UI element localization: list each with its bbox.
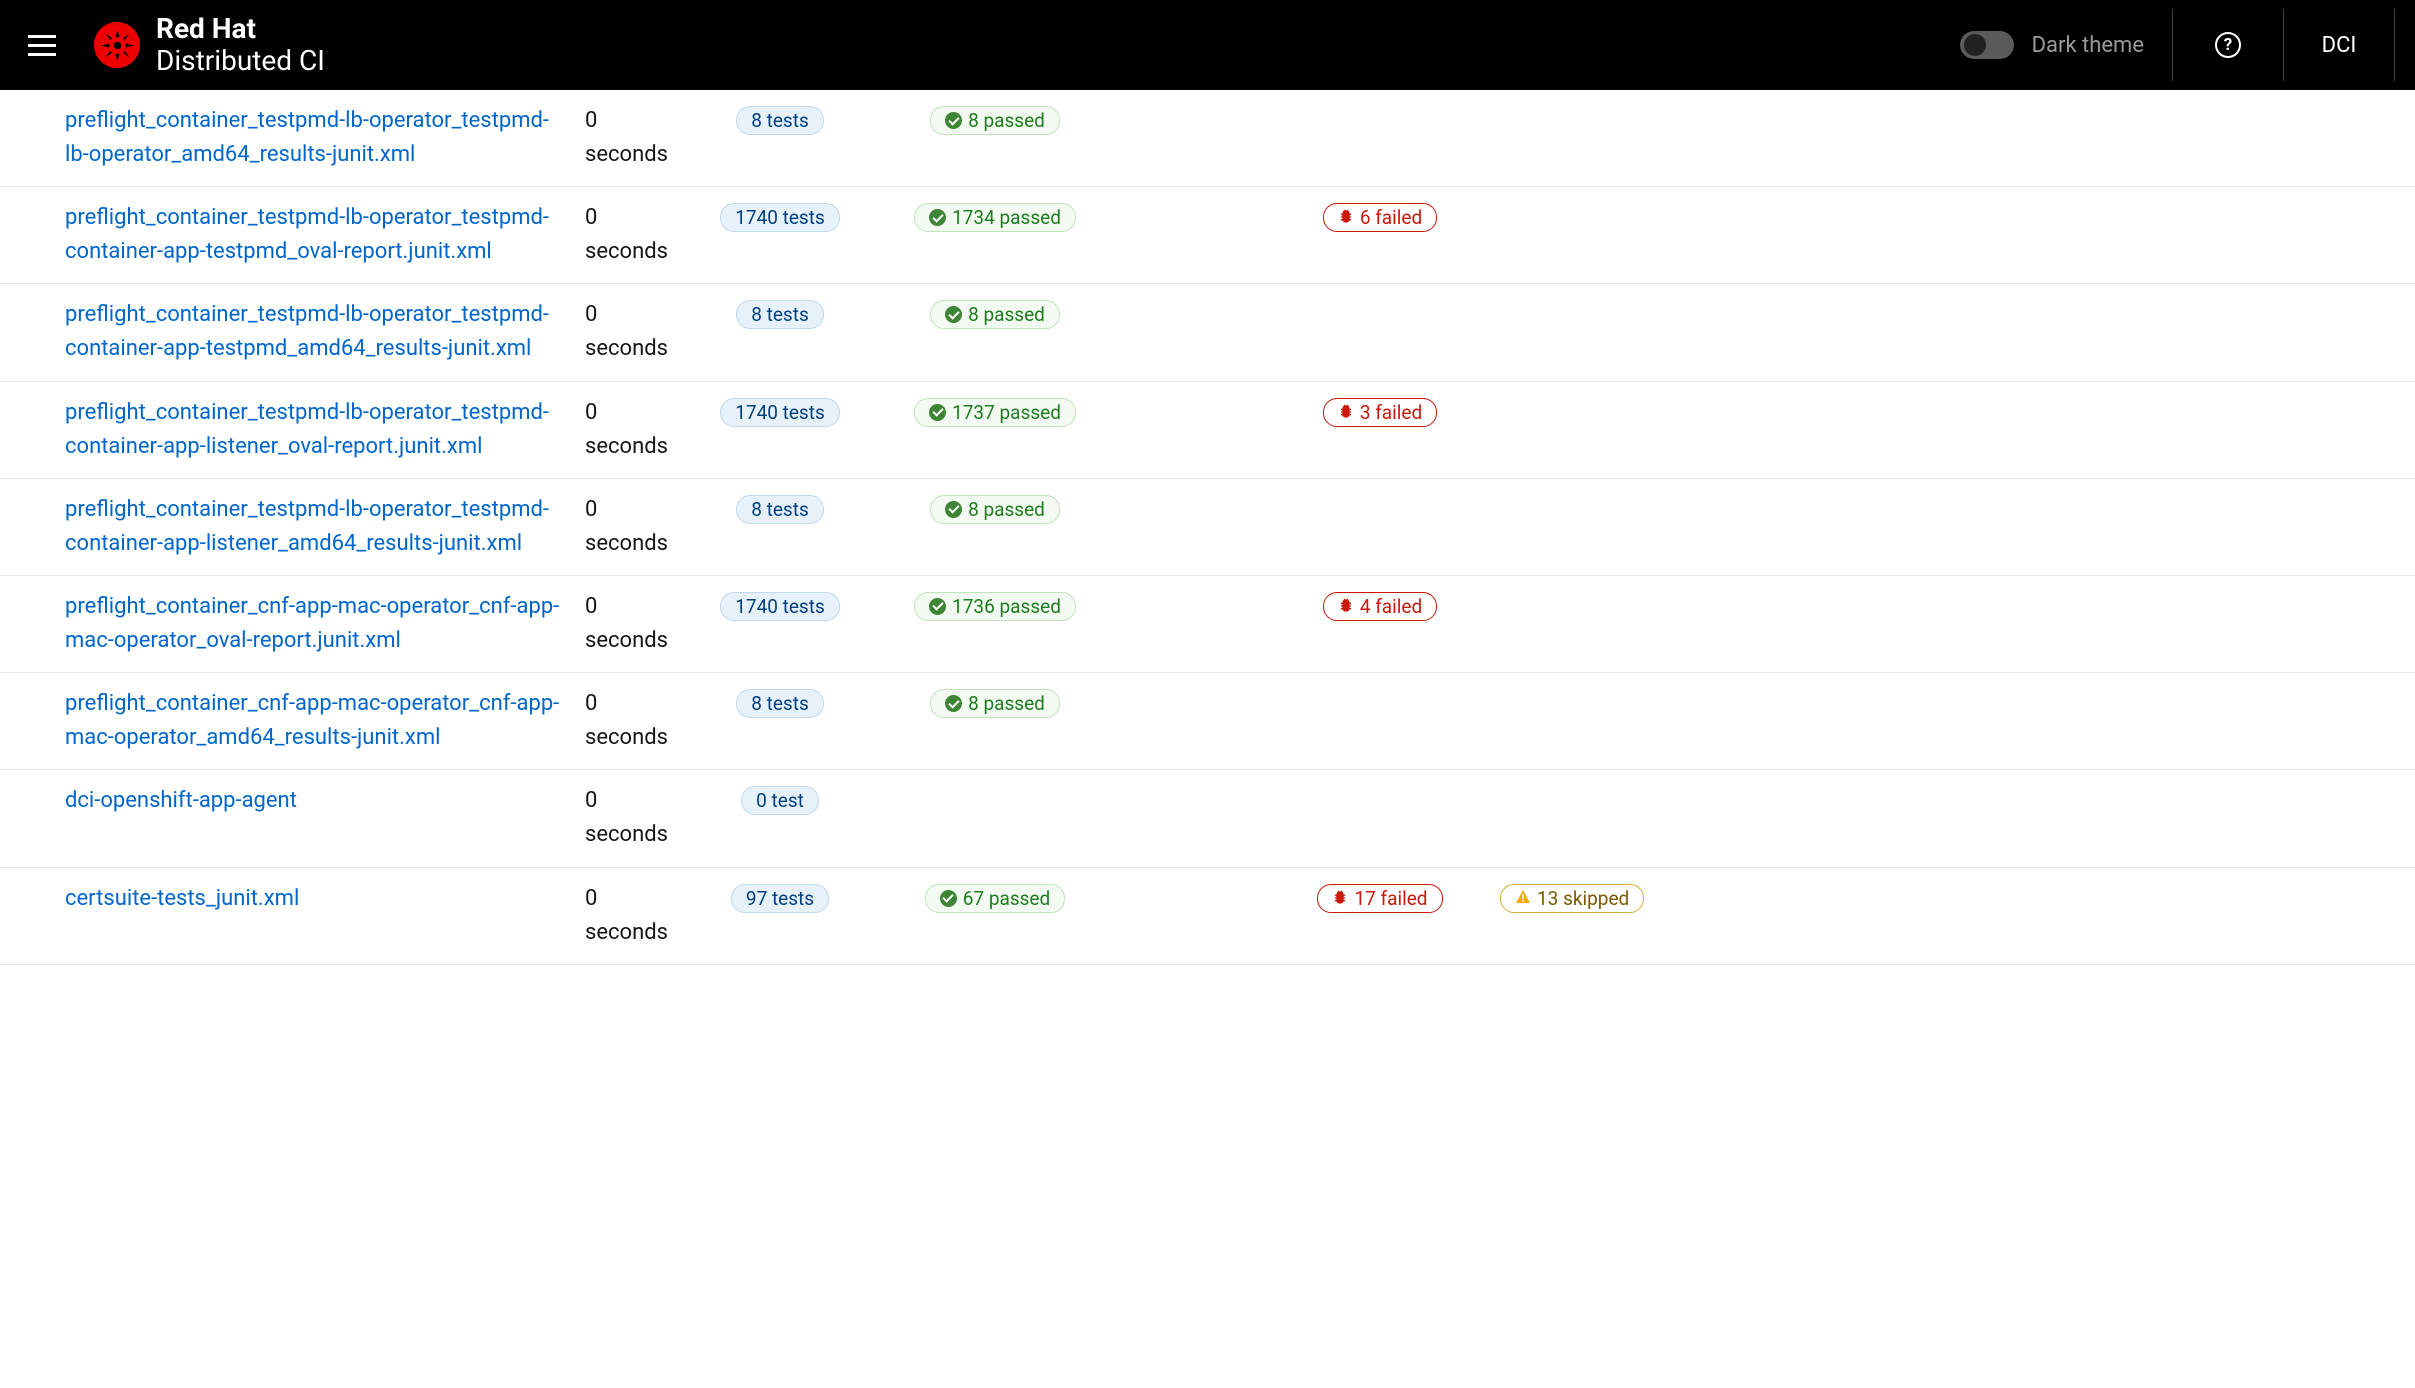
failed-badge: 4 failed — [1323, 592, 1437, 621]
duration: 0seconds — [585, 784, 705, 852]
result-file-link[interactable]: certsuite-tests_junit.xml — [65, 886, 299, 911]
table-row: preflight_container_testpmd-lb-operator_… — [0, 90, 2415, 187]
dci-button[interactable]: DCI — [2284, 0, 2394, 90]
divider — [2394, 9, 2395, 81]
check-circle-icon — [945, 306, 962, 323]
duration: 0seconds — [585, 396, 705, 464]
table-row: certsuite-tests_junit.xml 0seconds 97 test… — [0, 868, 2415, 965]
passed-badge: 8 passed — [930, 300, 1060, 329]
hamburger-menu-button[interactable] — [20, 27, 64, 64]
bug-icon — [1338, 206, 1354, 229]
result-file-link[interactable]: preflight_container_testpmd-lb-operator_… — [65, 302, 549, 361]
result-file-link[interactable]: preflight_container_testpmd-lb-operator_… — [65, 497, 549, 556]
duration: 0seconds — [585, 493, 705, 561]
app-header: Red Hat Distributed CI Dark theme ? DCI — [0, 0, 2415, 90]
passed-badge: 1734 passed — [914, 203, 1076, 232]
passed-badge: 8 passed — [930, 689, 1060, 718]
result-file-link[interactable]: preflight_container_cnf-app-mac-operator… — [65, 594, 559, 653]
check-circle-icon — [940, 890, 957, 907]
table-row: preflight_container_cnf-app-mac-operator… — [0, 673, 2415, 770]
tests-count-badge: 1740 tests — [720, 398, 840, 427]
failed-badge: 6 failed — [1323, 203, 1437, 232]
dark-theme-toggle[interactable] — [1960, 31, 2014, 59]
result-file-link[interactable]: preflight_container_testpmd-lb-operator_… — [65, 400, 549, 459]
passed-badge: 67 passed — [925, 884, 1065, 913]
brand-line2: Distributed CI — [156, 45, 325, 77]
table-row: preflight_container_cnf-app-mac-operator… — [0, 576, 2415, 673]
theme-toggle-group: Dark theme — [1960, 31, 2172, 59]
brand-text: Red Hat Distributed CI — [156, 13, 325, 77]
duration: 0seconds — [585, 104, 705, 172]
passed-badge: 1736 passed — [914, 592, 1076, 621]
passed-badge: 8 passed — [930, 106, 1060, 135]
tests-count-badge: 0 test — [741, 786, 819, 815]
duration: 0seconds — [585, 298, 705, 366]
passed-badge: 1737 passed — [914, 398, 1076, 427]
failed-badge: 17 failed — [1317, 884, 1442, 913]
tests-count-badge: 8 tests — [736, 495, 824, 524]
table-row: preflight_container_testpmd-lb-operator_… — [0, 479, 2415, 576]
result-file-link[interactable]: preflight_container_testpmd-lb-operator_… — [65, 108, 549, 167]
theme-label: Dark theme — [2032, 33, 2144, 58]
duration: 0seconds — [585, 590, 705, 658]
tests-count-badge: 8 tests — [736, 300, 824, 329]
table-row: dci-openshift-app-agent 0seconds 0 test — [0, 770, 2415, 867]
tests-count-badge: 97 tests — [731, 884, 829, 913]
tests-count-badge: 8 tests — [736, 689, 824, 718]
check-circle-icon — [945, 501, 962, 518]
help-icon: ? — [2215, 32, 2241, 58]
result-file-link[interactable]: dci-openshift-app-agent — [65, 788, 297, 813]
duration: 0seconds — [585, 201, 705, 269]
result-file-link[interactable]: preflight_container_cnf-app-mac-operator… — [65, 691, 559, 750]
brand-logo[interactable]: Red Hat Distributed CI — [94, 13, 325, 77]
duration: 0seconds — [585, 687, 705, 755]
check-circle-icon — [929, 404, 946, 421]
check-circle-icon — [929, 209, 946, 226]
check-circle-icon — [945, 112, 962, 129]
skipped-badge: 13 skipped — [1500, 884, 1644, 913]
table-row: preflight_container_testpmd-lb-operator_… — [0, 187, 2415, 284]
passed-badge: 8 passed — [930, 495, 1060, 524]
result-file-link[interactable]: preflight_container_testpmd-lb-operator_… — [65, 205, 549, 264]
tests-count-badge: 1740 tests — [720, 592, 840, 621]
duration: 0seconds — [585, 882, 705, 950]
tests-count-badge: 8 tests — [736, 106, 824, 135]
help-button[interactable]: ? — [2173, 0, 2283, 90]
bug-icon — [1338, 595, 1354, 618]
failed-badge: 3 failed — [1323, 398, 1437, 427]
check-circle-icon — [945, 695, 962, 712]
dci-label: DCI — [2322, 33, 2357, 58]
brand-line1: Red Hat — [156, 13, 325, 45]
tests-count-badge: 1740 tests — [720, 203, 840, 232]
bug-icon — [1332, 887, 1348, 910]
warning-icon — [1515, 887, 1531, 910]
check-circle-icon — [929, 598, 946, 615]
results-table: preflight_container_testpmd-lb-operator_… — [0, 90, 2415, 965]
table-row: preflight_container_testpmd-lb-operator_… — [0, 284, 2415, 381]
bug-icon — [1338, 401, 1354, 424]
table-row: preflight_container_testpmd-lb-operator_… — [0, 382, 2415, 479]
redhat-logo-icon — [94, 22, 140, 68]
